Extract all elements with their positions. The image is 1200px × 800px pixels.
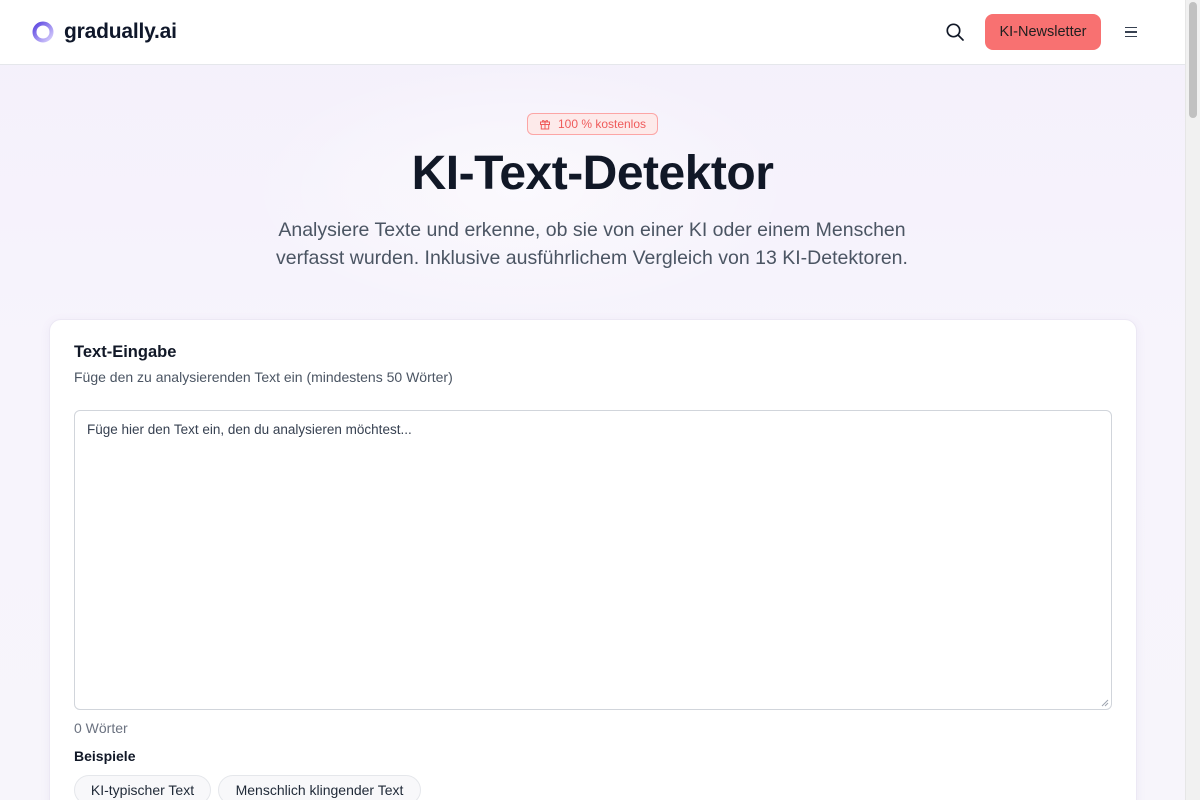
free-badge: 100 % kostenlos: [527, 113, 658, 135]
newsletter-button[interactable]: KI-Newsletter: [985, 14, 1101, 50]
scrollbar-thumb[interactable]: [1189, 2, 1197, 118]
card-description: Füge den zu analysierenden Text ein (min…: [74, 369, 453, 385]
search-icon: [946, 23, 964, 41]
example-ai-text-button[interactable]: KI-typischer Text: [74, 775, 211, 800]
logo[interactable]: gradually.ai: [32, 20, 177, 44]
page: gradually.ai KI-Newsletter 100 % kostenl…: [0, 0, 1185, 800]
site-header: gradually.ai KI-Newsletter: [0, 0, 1185, 65]
text-input-area[interactable]: [74, 410, 1112, 710]
free-badge-label: 100 % kostenlos: [557, 117, 647, 131]
examples-label: Beispiele: [74, 748, 136, 764]
page-title: KI-Text-Detektor: [411, 147, 774, 200]
word-count: 0 Wörter: [74, 720, 128, 736]
gift-icon: [539, 120, 550, 130]
page-subtitle: Analysiere Texte und erkenne, ob sie von…: [276, 219, 908, 269]
text-input-card: Text-Eingabe Füge den zu analysierenden …: [49, 319, 1137, 800]
logo-text: gradually.ai: [64, 20, 177, 43]
hamburger-menu-icon[interactable]: [1122, 22, 1140, 42]
page-scrollbar[interactable]: [1185, 0, 1200, 800]
resize-handle-icon[interactable]: [1101, 699, 1109, 707]
search-button[interactable]: [944, 21, 966, 43]
logo-icon: [32, 21, 54, 43]
example-human-text-button[interactable]: Menschlich klingender Text: [218, 775, 421, 800]
card-title: Text-Eingabe: [74, 343, 177, 361]
